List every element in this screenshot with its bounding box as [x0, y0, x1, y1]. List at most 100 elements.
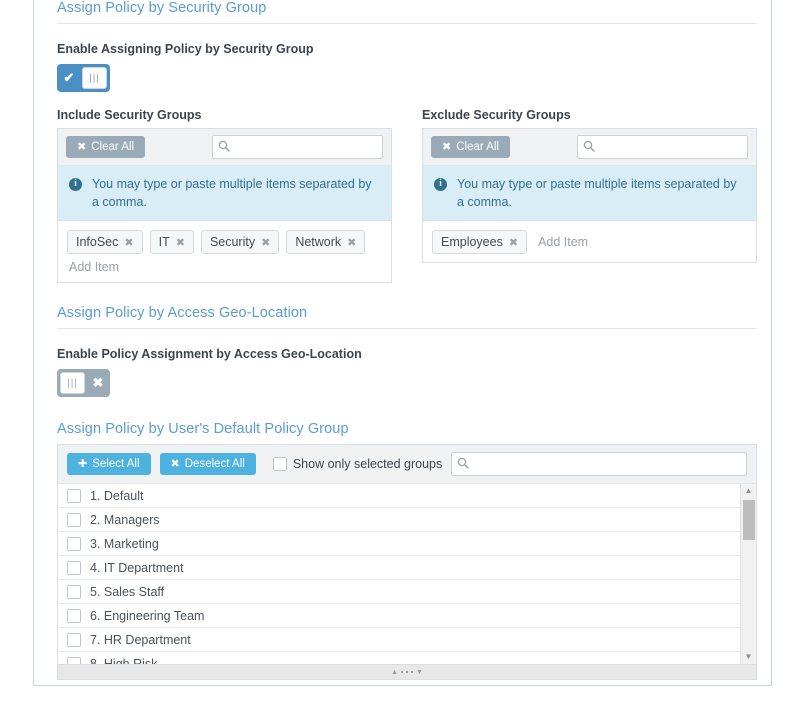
include-toolbar: ✖ Clear All — [58, 129, 391, 166]
policy-group-label: 3. Marketing — [90, 536, 159, 551]
include-info-message: i You may type or paste multiple items s… — [58, 166, 391, 222]
policy-group-label: 1. Default — [90, 488, 144, 503]
scrollbar-thumb[interactable] — [743, 500, 755, 541]
plus-icon: ✚ — [78, 457, 88, 470]
include-tag-label: Security — [209, 235, 256, 250]
info-icon: i — [434, 178, 447, 191]
close-icon[interactable]: ✖ — [124, 236, 133, 249]
exclude-add-item-input[interactable]: Add Item — [534, 235, 588, 249]
page-root: Assign Policy by Security Group Enable A… — [0, 0, 804, 701]
exclude-security-groups-column: Exclude Security Groups ✖ Clear All i Yo… — [422, 108, 757, 283]
deselect-all-button[interactable]: ✖ Deselect All — [159, 453, 256, 476]
policy-group-search-wrapper — [451, 452, 747, 477]
close-icon: ✖ — [92, 375, 104, 391]
policy-group-checkbox[interactable] — [67, 488, 81, 503]
toggle-handle-icon: ||| — [60, 372, 85, 395]
close-icon: ✖ — [77, 140, 87, 153]
exclude-clear-all-button[interactable]: ✖ Clear All — [431, 136, 511, 158]
scroll-down-icon[interactable]: ▼ — [741, 650, 756, 664]
exclude-tag: Employees ✖ — [432, 230, 528, 255]
show-only-selected-checkbox[interactable] — [272, 457, 287, 472]
policy-group-label: 5. Sales Staff — [90, 584, 165, 599]
include-tag: Network ✖ — [286, 230, 366, 255]
policy-group-list: 1. Default 2. Managers 3. Marketing 4. IT D… — [58, 484, 756, 665]
include-clear-all-button[interactable]: ✖ Clear All — [66, 136, 146, 158]
enable-geo-location-toggle[interactable]: ||| ✖ — [57, 369, 110, 398]
policy-group-panel: ✚ Select All ✖ Deselect All Show only se… — [57, 444, 757, 681]
enable-security-group-label: Enable Assigning Policy by Security Grou… — [57, 42, 314, 56]
select-all-button[interactable]: ✚ Select All — [67, 453, 151, 476]
policy-group-checkbox[interactable] — [67, 560, 81, 575]
section-heading-geo-location: Assign Policy by Access Geo-Location — [57, 305, 308, 322]
exclude-items-body[interactable]: Employees ✖ Add Item — [423, 221, 756, 262]
toggle-handle-icon: ||| — [82, 67, 107, 89]
settings-card: Assign Policy by Security Group Enable A… — [33, 0, 772, 686]
policy-group-checkbox[interactable] — [67, 512, 81, 527]
exclude-search-input[interactable] — [577, 135, 748, 159]
close-icon[interactable]: ✖ — [347, 236, 356, 249]
policy-group-row[interactable]: 5. Sales Staff — [58, 580, 742, 605]
include-info-text: You may type or paste multiple items sep… — [92, 177, 372, 210]
exclude-clear-all-label: Clear All — [456, 141, 500, 153]
policy-group-checkbox[interactable] — [67, 608, 81, 623]
include-tag: InfoSec ✖ — [67, 230, 143, 255]
policy-group-row[interactable]: 8. High Risk — [58, 652, 742, 665]
policy-group-checkbox[interactable] — [67, 656, 81, 665]
grip-down-icon: ▼ — [416, 668, 423, 676]
policy-group-checkbox[interactable] — [67, 632, 81, 647]
include-tag-label: IT — [158, 235, 170, 250]
scroll-up-icon[interactable]: ▲ — [741, 484, 756, 498]
show-only-selected-label: Show only selected groups — [292, 457, 443, 472]
select-all-label: Select All — [92, 458, 140, 471]
section-divider-security-group — [57, 23, 757, 24]
policy-group-label: 4. IT Department — [90, 560, 184, 575]
include-security-groups-label: Include Security Groups — [57, 108, 202, 122]
policy-group-toolbar: ✚ Select All ✖ Deselect All Show only se… — [58, 445, 756, 485]
policy-group-row[interactable]: 3. Marketing — [58, 532, 742, 557]
include-add-item-input[interactable]: Add Item — [67, 254, 382, 274]
policy-group-row[interactable]: 1. Default — [58, 484, 742, 509]
close-icon[interactable]: ✖ — [509, 236, 518, 249]
check-icon: ✔ — [63, 70, 75, 85]
include-tag-label: InfoSec — [76, 235, 119, 250]
policy-group-row[interactable]: 2. Managers — [58, 508, 742, 533]
policy-group-row[interactable]: 4. IT Department — [58, 556, 742, 581]
policy-group-rows: 1. Default 2. Managers 3. Marketing 4. IT D… — [58, 484, 742, 665]
close-icon[interactable]: ✖ — [176, 236, 185, 249]
policy-group-row[interactable]: 6. Engineering Team — [58, 604, 742, 629]
include-search-input[interactable] — [212, 135, 383, 159]
deselect-all-label: Deselect All — [184, 458, 245, 471]
exclude-security-groups-label: Exclude Security Groups — [422, 108, 571, 122]
close-icon: ✖ — [442, 140, 452, 153]
show-only-selected-group: Show only selected groups — [272, 457, 443, 472]
include-security-groups-column: Include Security Groups ✖ Clear All i Yo… — [57, 108, 392, 284]
policy-group-label: 2. Managers — [90, 512, 160, 527]
policy-group-scrollbar[interactable]: ▲ ▼ — [740, 484, 756, 665]
resize-grip-icon: ▲ ▼ — [391, 669, 423, 676]
include-clear-all-label: Clear All — [91, 141, 135, 153]
close-icon[interactable]: ✖ — [261, 236, 270, 249]
exclude-search-wrapper — [577, 135, 748, 159]
exclude-tag-list: Employees ✖ Add Item — [432, 230, 747, 255]
policy-group-resize-handle[interactable]: ▲ ▼ — [58, 664, 756, 680]
grip-up-icon: ▲ — [391, 668, 398, 676]
include-items-body[interactable]: InfoSec ✖ IT ✖ Security ✖ Network ✖ Add Item — [58, 221, 391, 282]
close-icon: ✖ — [170, 457, 180, 470]
include-tag-label: Network — [295, 235, 342, 250]
policy-group-search-input[interactable] — [451, 452, 747, 477]
exclude-tag-label: Employees — [441, 235, 503, 250]
policy-group-row[interactable]: 7. HR Department — [58, 628, 742, 653]
exclude-info-message: i You may type or paste multiple items s… — [423, 166, 756, 222]
policy-group-checkbox[interactable] — [67, 584, 81, 599]
policy-group-checkbox[interactable] — [67, 536, 81, 551]
policy-group-label: 8. High Risk — [90, 656, 158, 665]
exclude-toolbar: ✖ Clear All — [423, 129, 756, 166]
include-search-wrapper — [212, 135, 383, 159]
info-icon: i — [69, 178, 82, 191]
include-tag-list: InfoSec ✖ IT ✖ Security ✖ Network ✖ — [67, 230, 382, 255]
enable-security-group-toggle[interactable]: ✔ ||| — [57, 64, 110, 92]
exclude-info-text: You may type or paste multiple items sep… — [457, 177, 737, 210]
enable-geo-location-label: Enable Policy Assignment by Access Geo-L… — [57, 347, 362, 362]
section-divider-geo-location — [57, 328, 757, 330]
policy-group-label: 7. HR Department — [90, 632, 191, 647]
